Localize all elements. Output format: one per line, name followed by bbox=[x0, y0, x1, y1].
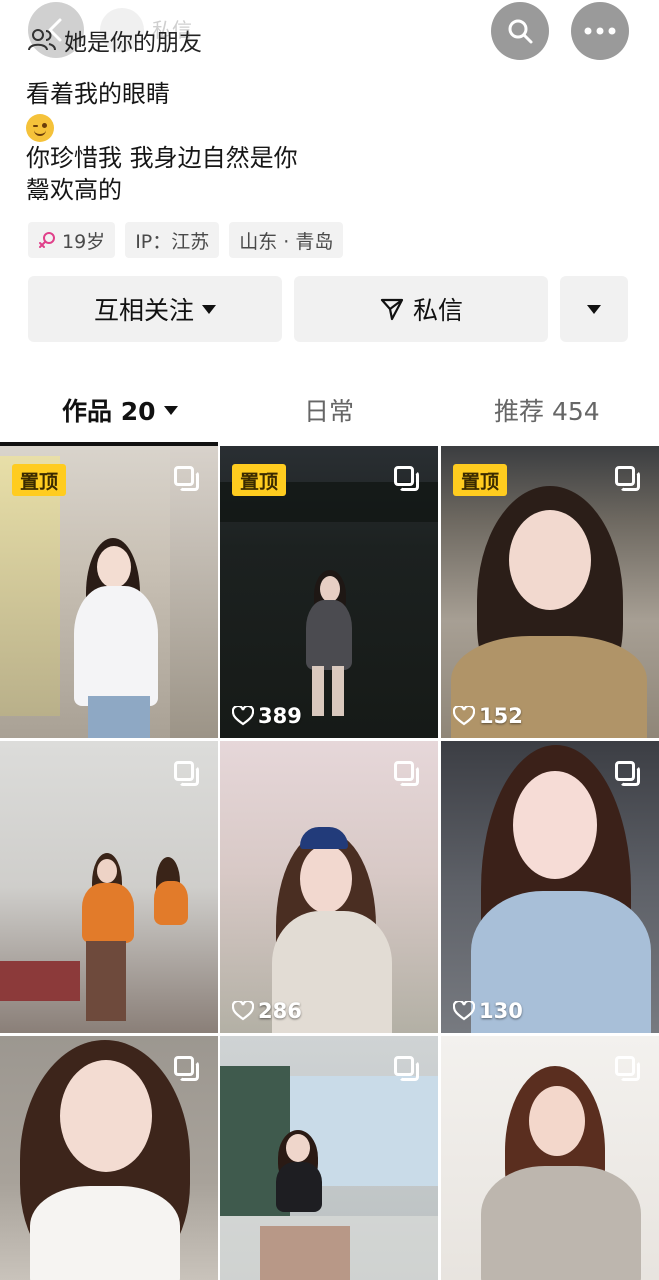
bio-line: 看着我的眼睛 bbox=[26, 80, 170, 108]
tab-works[interactable]: 作品 20 bbox=[62, 392, 178, 428]
multi-image-icon bbox=[615, 1056, 641, 1082]
multi-image-icon bbox=[394, 1056, 420, 1082]
multi-image-icon bbox=[615, 466, 641, 492]
age-tag: 19岁 bbox=[28, 222, 116, 258]
tab-works-label: 作品 20 bbox=[62, 397, 156, 426]
ip-tag: IP：江苏 bbox=[125, 222, 220, 258]
female-icon bbox=[39, 232, 55, 248]
video-thumbnail[interactable] bbox=[220, 1036, 438, 1280]
multi-image-icon bbox=[174, 466, 200, 492]
tab-recommend-label: 推荐 454 bbox=[494, 397, 600, 426]
pinned-badge: 置顶 bbox=[453, 464, 508, 496]
bio-emoji-line bbox=[26, 110, 626, 142]
friend-status: 她是你的朋友 bbox=[28, 24, 202, 56]
video-thumbnail[interactable] bbox=[441, 1036, 659, 1280]
more-icon bbox=[584, 27, 616, 35]
video-thumbnail[interactable]: 置顶 bbox=[0, 446, 218, 738]
pinned-badge: 置顶 bbox=[232, 464, 287, 496]
wink-emoji-icon bbox=[26, 114, 54, 142]
age-label: 19岁 bbox=[62, 230, 106, 253]
multi-image-icon bbox=[174, 1056, 200, 1082]
video-thumbnail[interactable]: 130 bbox=[441, 741, 659, 1033]
send-icon bbox=[380, 298, 404, 321]
video-thumbnail[interactable]: 置顶 152 bbox=[441, 446, 659, 738]
message-label: 私信 bbox=[412, 296, 463, 325]
tab-daily-label: 日常 bbox=[304, 397, 355, 426]
like-count-value: 389 bbox=[258, 704, 302, 728]
like-count: 286 bbox=[232, 999, 302, 1023]
bio-line: 鬶欢高的 bbox=[26, 176, 122, 204]
mutual-follow-label: 互相关注 bbox=[93, 296, 194, 325]
search-icon bbox=[508, 19, 533, 44]
like-count: 152 bbox=[453, 704, 523, 728]
profile-tags: 19岁 IP：江苏 山东 · 青岛 bbox=[28, 222, 344, 258]
caret-down-icon bbox=[587, 304, 601, 314]
users-icon bbox=[28, 29, 56, 51]
more-actions-button[interactable] bbox=[560, 276, 628, 342]
multi-image-icon bbox=[394, 466, 420, 492]
multi-image-icon bbox=[174, 761, 200, 787]
like-count-value: 130 bbox=[479, 999, 523, 1023]
like-count: 389 bbox=[232, 704, 302, 728]
video-thumbnail[interactable] bbox=[0, 1036, 218, 1280]
top-bar: 私信 她是你的朋友 bbox=[0, 0, 659, 80]
profile-bio: 看着我的眼睛 你珍惜我 我身边自然是你 鬶欢高的 bbox=[26, 78, 626, 206]
heart-icon bbox=[453, 1001, 475, 1021]
caret-down-icon bbox=[202, 304, 216, 314]
heart-icon bbox=[453, 706, 475, 726]
video-thumbnail[interactable]: 置顶 389 bbox=[220, 446, 438, 738]
friend-label: 她是你的朋友 bbox=[64, 30, 202, 56]
bio-line: 你珍惜我 我身边自然是你 bbox=[26, 144, 298, 172]
location-label: 山东 · 青岛 bbox=[239, 230, 334, 253]
like-count-value: 152 bbox=[479, 704, 523, 728]
content-tabs: 作品 20 日常 推荐 454 bbox=[0, 376, 659, 446]
heart-icon bbox=[232, 706, 254, 726]
video-thumbnail[interactable] bbox=[0, 741, 218, 1033]
mutual-follow-button[interactable]: 互相关注 bbox=[28, 276, 282, 342]
search-button[interactable] bbox=[491, 2, 549, 60]
ip-label: IP：江苏 bbox=[135, 230, 210, 253]
tab-recommend[interactable]: 推荐 454 bbox=[494, 392, 600, 428]
location-tag: 山东 · 青岛 bbox=[229, 222, 344, 258]
heart-icon bbox=[232, 1001, 254, 1021]
tab-daily[interactable]: 日常 bbox=[304, 392, 354, 428]
multi-image-icon bbox=[394, 761, 420, 787]
multi-image-icon bbox=[615, 761, 641, 787]
like-count: 130 bbox=[453, 999, 523, 1023]
pinned-badge: 置顶 bbox=[12, 464, 67, 496]
more-button[interactable] bbox=[571, 2, 629, 60]
works-grid: 置顶 置顶 389 置顶 152 286 130 bbox=[0, 446, 659, 1280]
like-count-value: 286 bbox=[258, 999, 302, 1023]
video-thumbnail[interactable]: 286 bbox=[220, 741, 438, 1033]
message-button[interactable]: 私信 bbox=[294, 276, 548, 342]
caret-down-icon bbox=[163, 405, 178, 415]
